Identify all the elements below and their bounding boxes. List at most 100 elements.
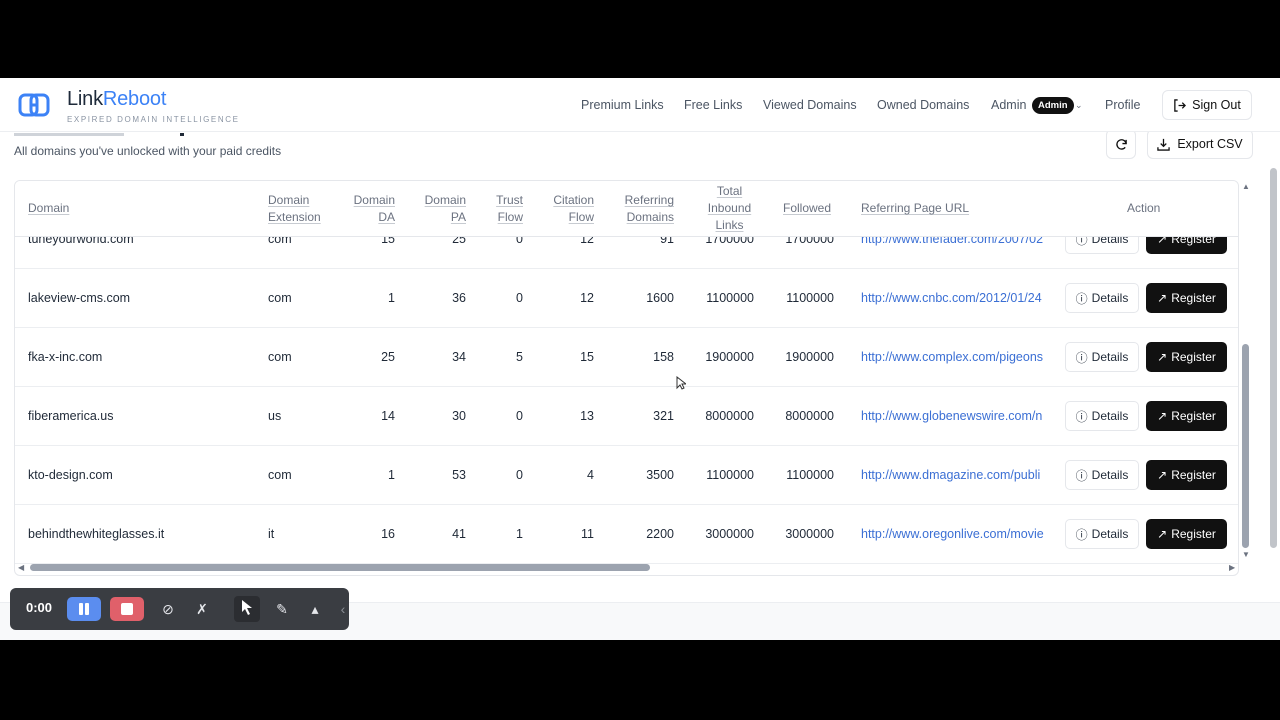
scroll-right-arrow-icon[interactable]: ▶ bbox=[1229, 563, 1235, 572]
cell-inbound-links: 3000000 bbox=[705, 527, 754, 541]
cell-pa: 30 bbox=[452, 409, 466, 423]
cell-da: 16 bbox=[381, 527, 395, 541]
cell-citation-flow: 4 bbox=[587, 468, 594, 482]
mouse-cursor-icon bbox=[676, 376, 686, 390]
nav-profile[interactable]: Profile bbox=[1105, 98, 1140, 112]
table-row: fiberamerica.us us 14 30 0 13 321 800000… bbox=[15, 387, 1238, 446]
pause-recording-button[interactable] bbox=[67, 597, 101, 621]
top-header: LinkReboot EXPIRED DOMAIN INTELLIGENCE P… bbox=[0, 78, 1280, 132]
header-trust-flow[interactable]: Trust Flow bbox=[485, 192, 523, 226]
sign-out-button[interactable]: Sign Out bbox=[1162, 90, 1252, 120]
cell-followed: 1100000 bbox=[786, 468, 834, 482]
cell-da: 14 bbox=[381, 409, 395, 423]
cell-extension: com bbox=[268, 468, 292, 482]
cell-referring-domains: 3500 bbox=[646, 468, 674, 482]
sign-out-icon bbox=[1174, 98, 1187, 112]
cell-pa: 36 bbox=[452, 291, 466, 305]
cell-referring-url[interactable]: http://www.complex.com/pigeons bbox=[861, 328, 1051, 386]
nav-admin[interactable]: Admin bbox=[991, 98, 1026, 112]
cell-referring-domains: 158 bbox=[653, 350, 674, 364]
cell-pa: 41 bbox=[452, 527, 466, 541]
header-refdomains-line2: Domains bbox=[626, 210, 674, 224]
cell-referring-url[interactable]: http://www.globenewswire.com/n bbox=[861, 387, 1051, 445]
register-label: Register bbox=[1171, 291, 1216, 305]
page-vertical-scrollbar[interactable] bbox=[1270, 168, 1277, 548]
stop-recording-button[interactable] bbox=[110, 597, 144, 621]
details-label: Details bbox=[1091, 350, 1129, 364]
header-domain[interactable]: Domain bbox=[28, 200, 69, 217]
header-referring-url[interactable]: Referring Page URL bbox=[861, 200, 969, 217]
register-button[interactable]: ↗ Register bbox=[1146, 460, 1227, 490]
external-link-icon: ↗ bbox=[1157, 468, 1168, 482]
header-trust-line2: Flow bbox=[497, 210, 523, 224]
register-label: Register bbox=[1171, 527, 1216, 541]
details-label: Details bbox=[1091, 291, 1129, 305]
cell-extension: com bbox=[268, 350, 292, 364]
cell-domain: fka-x-inc.com bbox=[28, 350, 103, 364]
nav-premium-links[interactable]: Premium Links bbox=[581, 98, 664, 112]
cell-followed: 1900000 bbox=[785, 350, 834, 364]
refresh-button[interactable] bbox=[1106, 129, 1136, 159]
cell-trust-flow: 0 bbox=[516, 409, 523, 423]
table-vertical-scrollbar[interactable] bbox=[1242, 344, 1249, 548]
logo-name-prefix: Link bbox=[67, 88, 103, 110]
cell-followed: 8000000 bbox=[785, 409, 834, 423]
header-inbound-line2: Inbound bbox=[707, 201, 752, 215]
details-button[interactable]: ⓘ Details bbox=[1065, 460, 1139, 490]
microphone-off-icon[interactable]: ✗ bbox=[192, 599, 212, 619]
header-citation-line1: Citation bbox=[553, 193, 594, 207]
details-button[interactable]: ⓘ Details bbox=[1065, 401, 1139, 431]
download-icon bbox=[1157, 138, 1171, 151]
pointer-tool-icon[interactable] bbox=[237, 599, 257, 619]
cell-referring-url[interactable]: http://www.oregonlive.com/movie bbox=[861, 505, 1051, 563]
cell-referring-url[interactable]: http://www.dmagazine.com/publi bbox=[861, 446, 1051, 504]
register-button[interactable]: ↗ Register bbox=[1146, 342, 1227, 372]
register-button[interactable]: ↗ Register bbox=[1146, 519, 1227, 549]
register-label: Register bbox=[1171, 468, 1216, 482]
header-pa[interactable]: Domain PA bbox=[415, 192, 466, 226]
cell-inbound-links: 1100000 bbox=[706, 468, 754, 482]
nav-owned-domains[interactable]: Owned Domains bbox=[877, 98, 969, 112]
header-citation-flow[interactable]: Citation Flow bbox=[545, 192, 594, 226]
link-logo-icon bbox=[18, 93, 50, 117]
scroll-up-arrow-icon[interactable]: ▲ bbox=[1242, 182, 1250, 191]
info-icon: ⓘ bbox=[1075, 468, 1088, 483]
table-horizontal-scrollbar[interactable] bbox=[30, 564, 650, 571]
collapse-toolbar-icon[interactable]: ‹ bbox=[333, 599, 353, 619]
recording-timer: 0:00 bbox=[26, 600, 53, 615]
cell-referring-url[interactable]: http://www.cnbc.com/2012/01/24 bbox=[861, 269, 1051, 327]
register-button[interactable]: ↗ Register bbox=[1146, 283, 1227, 313]
app-tagline: EXPIRED DOMAIN INTELLIGENCE bbox=[67, 115, 240, 124]
app-logo-text[interactable]: LinkReboot bbox=[67, 88, 166, 111]
header-action: Action bbox=[1127, 201, 1161, 215]
header-refdomains-line1: Referring bbox=[624, 193, 674, 207]
eraser-tool-icon[interactable]: ▴ bbox=[305, 599, 325, 619]
header-inbound-links[interactable]: Total Inbound Links bbox=[695, 183, 764, 234]
header-referring-domains[interactable]: Referring Domains bbox=[615, 192, 674, 226]
chevron-down-icon[interactable]: ⌄ bbox=[1075, 100, 1083, 111]
admin-badge: Admin bbox=[1032, 97, 1074, 114]
external-link-icon: ↗ bbox=[1157, 291, 1168, 305]
register-button[interactable]: ↗ Register bbox=[1146, 401, 1227, 431]
export-csv-button[interactable]: Export CSV bbox=[1147, 129, 1253, 159]
stop-icon bbox=[121, 603, 133, 615]
cell-trust-flow: 0 bbox=[516, 468, 523, 482]
pen-tool-icon[interactable]: ✎ bbox=[272, 599, 292, 619]
nav-viewed-domains[interactable]: Viewed Domains bbox=[763, 98, 857, 112]
header-followed[interactable]: Followed bbox=[783, 200, 831, 217]
header-da[interactable]: Domain DA bbox=[345, 192, 395, 226]
scroll-down-arrow-icon[interactable]: ▼ bbox=[1242, 550, 1250, 559]
register-label: Register bbox=[1171, 409, 1216, 423]
cell-domain: kto-design.com bbox=[28, 468, 113, 482]
cell-domain: fiberamerica.us bbox=[28, 409, 114, 423]
nav-free-links[interactable]: Free Links bbox=[684, 98, 742, 112]
header-inbound-line3: Links bbox=[715, 218, 744, 232]
scroll-left-arrow-icon[interactable]: ◀ bbox=[18, 563, 24, 572]
details-button[interactable]: ⓘ Details bbox=[1065, 519, 1139, 549]
camera-off-icon[interactable]: ⊘ bbox=[158, 599, 178, 619]
info-icon: ⓘ bbox=[1075, 409, 1088, 424]
details-button[interactable]: ⓘ Details bbox=[1065, 342, 1139, 372]
cell-da: 25 bbox=[381, 350, 395, 364]
details-button[interactable]: ⓘ Details bbox=[1065, 283, 1139, 313]
header-extension[interactable]: Domain Extension bbox=[268, 192, 321, 226]
